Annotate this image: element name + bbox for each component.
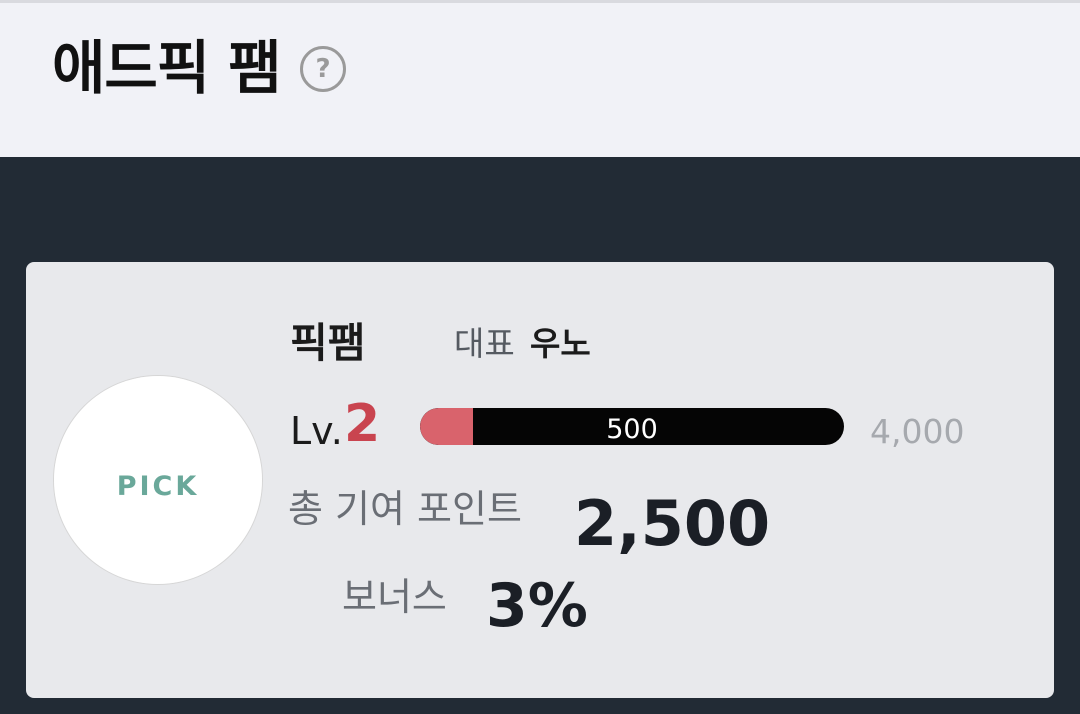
level-progress-current: 500 xyxy=(606,414,658,445)
fan-club-card: PICK 픽팸 대표 우노 Lv. 2 500 4,000 총 기여 포인트 2… xyxy=(26,262,1054,698)
level-progress-max: 4,000 xyxy=(870,412,965,451)
level-prefix: Lv. xyxy=(290,409,343,453)
representative-label: 대표 xyxy=(454,324,515,363)
bonus-label: 보너스 xyxy=(342,575,447,619)
representative-name: 우노 xyxy=(530,324,591,363)
fan-club-name: 픽팸 xyxy=(290,319,366,367)
bonus-value: 3% xyxy=(486,571,588,641)
level-value: 2 xyxy=(344,394,381,454)
help-icon[interactable]: ? xyxy=(300,46,346,92)
page-header: 애드픽 팸 ? xyxy=(0,0,1080,157)
total-points-value: 2,500 xyxy=(574,487,771,560)
page-title: 애드픽 팸 xyxy=(52,34,282,102)
level-progress-bar: 500 xyxy=(420,408,844,445)
total-points-label: 총 기여 포인트 xyxy=(288,487,522,531)
pick-logo: PICK xyxy=(116,471,200,502)
avatar: PICK xyxy=(54,376,262,584)
